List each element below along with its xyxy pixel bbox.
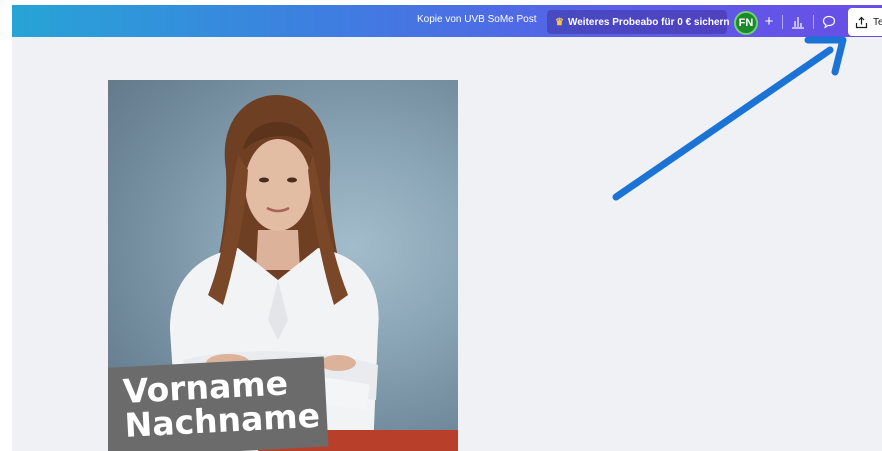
share-label: Teile [873, 16, 882, 28]
name-label-text[interactable]: Vorname Nachname [122, 363, 321, 445]
design-page[interactable]: Vorname Nachname [108, 80, 458, 451]
crown-icon: ♛ [555, 16, 564, 28]
arrow-annotation [612, 36, 847, 201]
document-title[interactable]: Kopie von UVB SoMe Post [417, 14, 537, 25]
left-margin [0, 0, 12, 451]
